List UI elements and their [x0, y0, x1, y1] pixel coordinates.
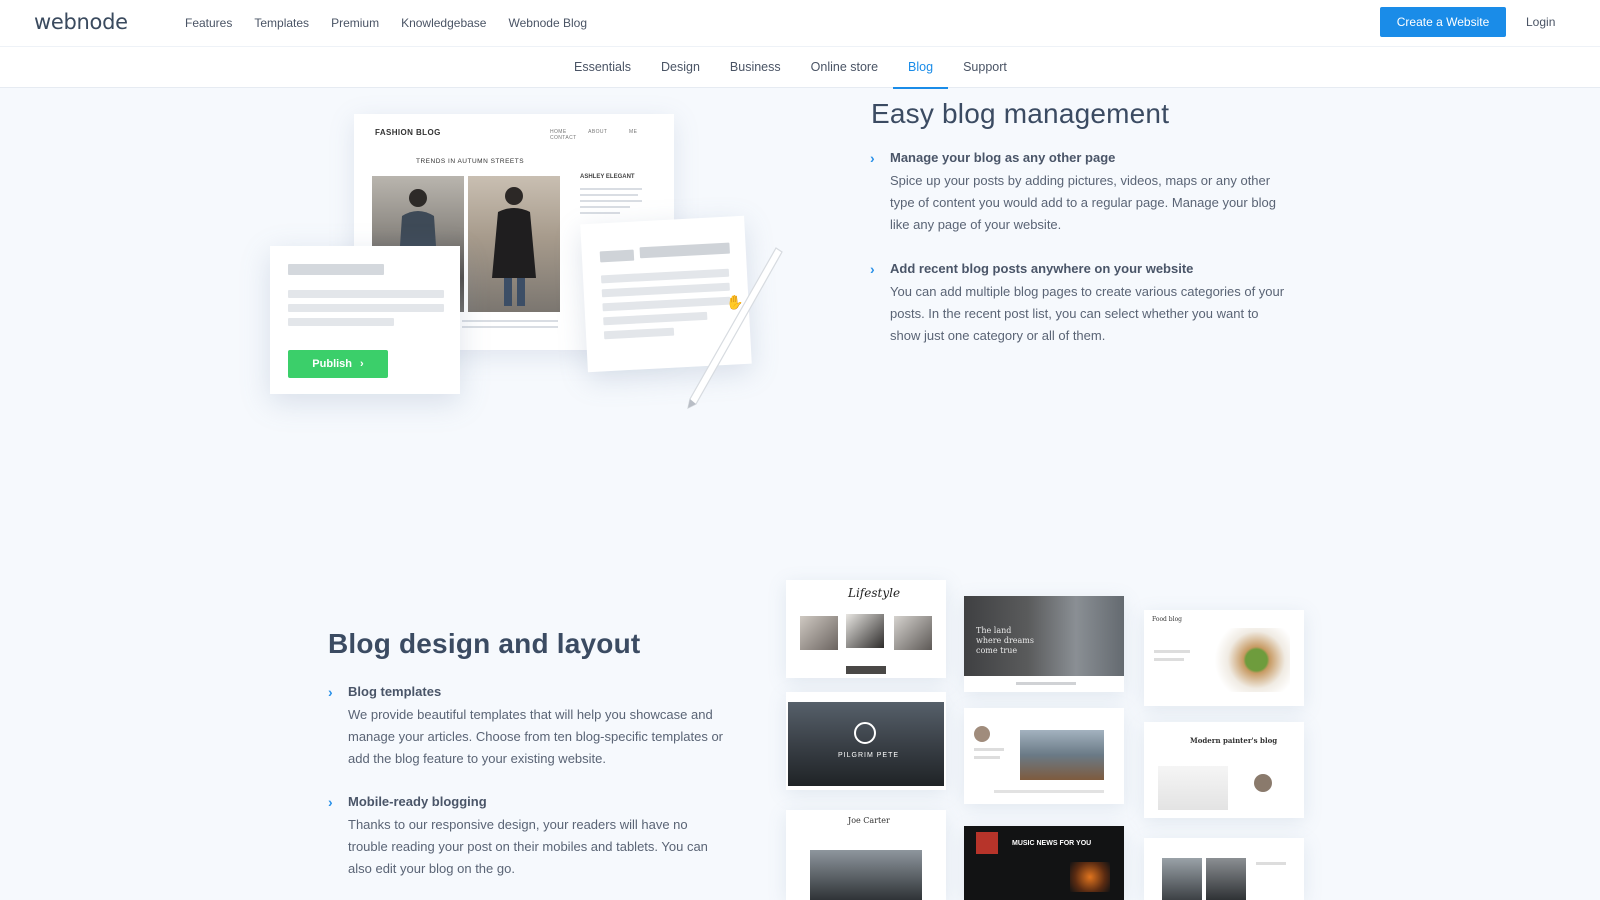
- template-image: [1206, 628, 1290, 692]
- chevron-right-icon: ›: [870, 150, 875, 166]
- template-text-line: [1256, 862, 1286, 865]
- editor-block: [599, 249, 635, 263]
- template-thumbnail-lifestyle[interactable]: Lifestyle: [786, 580, 946, 678]
- section-title-blog-management: Easy blog management: [871, 98, 1170, 129]
- feature-title: Add recent blog posts anywhere on your w…: [890, 261, 1194, 276]
- tab-essentials[interactable]: Essentials: [574, 47, 631, 88]
- mockup-text-line: [580, 206, 630, 208]
- tab-blog[interactable]: Blog: [893, 47, 949, 89]
- pen-icon: [687, 247, 783, 410]
- template-image: [1158, 766, 1228, 810]
- publish-button: Publish ›: [288, 350, 388, 378]
- template-image: [1070, 862, 1110, 892]
- chevron-right-icon: ›: [360, 358, 364, 370]
- tab-design[interactable]: Design: [661, 47, 700, 88]
- template-name: Modern painter's blog: [1190, 736, 1278, 745]
- template-image: [810, 850, 922, 900]
- hand-cursor-icon: ✋: [726, 294, 744, 310]
- template-image: [846, 614, 884, 648]
- template-name: Lifestyle: [848, 586, 901, 600]
- editor-line: [288, 290, 444, 298]
- template-name: Food blog: [1152, 616, 1183, 623]
- template-text-line: [1016, 682, 1076, 685]
- feature-blog-templates: › Blog templates We provide beautiful te…: [328, 684, 730, 770]
- chevron-right-icon: ›: [870, 261, 875, 277]
- create-website-button[interactable]: Create a Website: [1380, 7, 1506, 37]
- nav-premium[interactable]: Premium: [331, 16, 379, 30]
- feature-manage-blog: › Manage your blog as any other page Spi…: [870, 150, 1290, 236]
- template-image: [1206, 858, 1246, 900]
- template-thumbnail-music[interactable]: MUSIC NEWS FOR YOU: [964, 826, 1124, 900]
- template-name: The land where dreams come true: [976, 626, 1034, 655]
- template-thumbnail-food[interactable]: Food blog: [1144, 610, 1304, 706]
- top-navigation-bar: webnode Features Templates Premium Knowl…: [0, 0, 1600, 46]
- template-text-line: [974, 756, 1000, 759]
- editor-line: [288, 304, 444, 312]
- mockup-text-line: [580, 188, 642, 190]
- mockup-caption-line: [462, 326, 558, 328]
- mockup-text-line: [580, 212, 620, 214]
- editor-title-bar: [288, 264, 384, 275]
- template-logo: [976, 832, 998, 854]
- chevron-right-icon: ›: [328, 794, 333, 810]
- editor-line: [288, 318, 394, 326]
- feature-title: Mobile-ready blogging: [348, 794, 487, 809]
- tab-support[interactable]: Support: [963, 47, 1007, 88]
- template-text-line: [994, 790, 1104, 793]
- login-link[interactable]: Login: [1526, 15, 1555, 29]
- template-text-line: [1154, 650, 1190, 653]
- mockup-blog-nav: HOME ABOUT ME CONTACT: [550, 129, 638, 141]
- nav-templates[interactable]: Templates: [254, 16, 309, 30]
- template-name: MUSIC NEWS FOR YOU: [1012, 840, 1092, 847]
- tab-business[interactable]: Business: [730, 47, 781, 88]
- mockup-text-line: [580, 194, 638, 196]
- nav-features[interactable]: Features: [185, 16, 232, 30]
- mockup-side-title: ASHLEY ELEGANT: [580, 174, 635, 180]
- feature-mobile-ready: › Mobile-ready blogging Thanks to our re…: [328, 794, 730, 880]
- avatar: [1254, 774, 1272, 792]
- feature-description: Thanks to our responsive design, your re…: [348, 817, 708, 876]
- post-editor-card: Publish ›: [270, 246, 460, 394]
- editor-line: [603, 327, 675, 340]
- template-image: [846, 666, 886, 674]
- feature-description: Spice up your posts by adding pictures, …: [890, 173, 1276, 232]
- mockup-blog-title: FASHION BLOG: [375, 128, 441, 137]
- mockup-text-line: [580, 200, 642, 202]
- template-image: [788, 702, 944, 786]
- mountain-logo-icon: [854, 722, 876, 744]
- template-name: PILGRIM PETE: [838, 752, 900, 759]
- template-text-line: [974, 748, 1004, 751]
- tab-online-store[interactable]: Online store: [811, 47, 878, 88]
- template-thumbnail-fashion[interactable]: [1144, 838, 1304, 900]
- feature-tabs: Essentials Design Business Online store …: [0, 46, 1600, 89]
- blog-management-illustration: FASHION BLOG HOME ABOUT ME CONTACT TREND…: [260, 108, 800, 418]
- section-title-blog-design: Blog design and layout: [328, 628, 641, 659]
- feature-description: You can add multiple blog pages to creat…: [890, 284, 1285, 343]
- feature-title: Manage your blog as any other page: [890, 150, 1116, 165]
- template-thumbnail-travel[interactable]: The land where dreams come true: [964, 596, 1124, 692]
- template-thumbnail-mountains[interactable]: [964, 708, 1124, 804]
- feature-title: Blog templates: [348, 684, 442, 699]
- template-image: [894, 616, 932, 650]
- nav-webnode-blog[interactable]: Webnode Blog: [508, 16, 587, 30]
- mockup-post-heading: TRENDS IN AUTUMN STREETS: [416, 158, 525, 165]
- template-thumbnail-joe-carter[interactable]: Joe Carter: [786, 810, 946, 900]
- main-nav: Features Templates Premium Knowledgebase…: [185, 0, 609, 46]
- template-image: [1162, 858, 1202, 900]
- feature-description: We provide beautiful templates that will…: [348, 707, 724, 766]
- template-text-line: [1154, 658, 1184, 661]
- avatar: [974, 726, 990, 742]
- template-name: Joe Carter: [848, 816, 890, 825]
- feature-recent-posts: › Add recent blog posts anywhere on your…: [870, 261, 1290, 347]
- mockup-caption-line: [462, 320, 558, 322]
- template-image: [800, 616, 838, 650]
- nav-knowledgebase[interactable]: Knowledgebase: [401, 16, 486, 30]
- template-thumbnail-painter[interactable]: Modern painter's blog: [1144, 722, 1304, 818]
- mockup-photo-2: [468, 176, 560, 312]
- template-image: [1020, 730, 1104, 780]
- template-thumbnail-pilgrim-pete[interactable]: PILGRIM PETE: [786, 692, 946, 790]
- chevron-right-icon: ›: [328, 684, 333, 700]
- webnode-logo[interactable]: webnode: [34, 10, 128, 34]
